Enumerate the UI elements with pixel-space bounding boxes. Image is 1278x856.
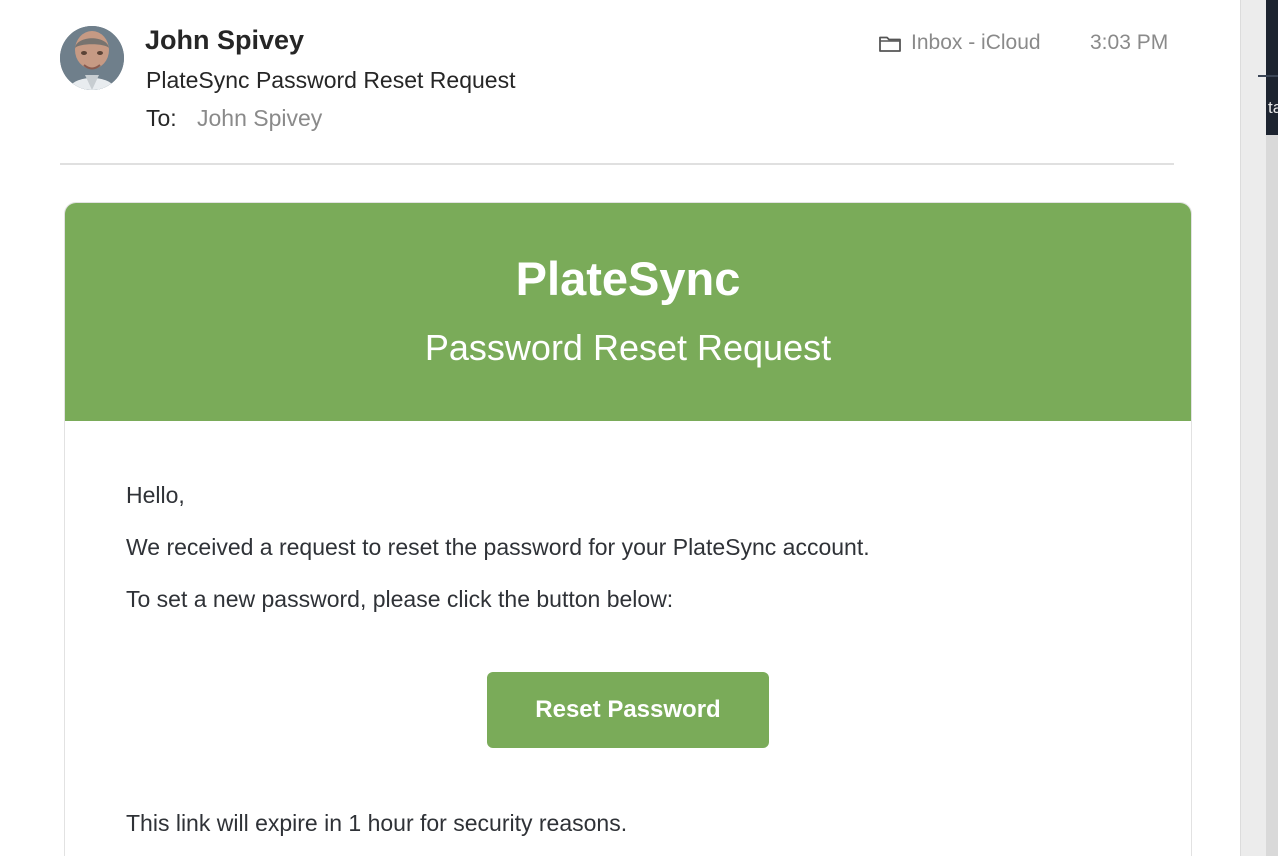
sender-name[interactable]: John Spivey bbox=[145, 24, 304, 56]
mailbox-location[interactable]: Inbox - iCloud bbox=[878, 29, 1041, 57]
background-window-text: ta bbox=[1268, 98, 1278, 117]
background-window-divider bbox=[1258, 75, 1278, 77]
folder-icon bbox=[879, 36, 901, 52]
mailbox-label: Inbox - iCloud bbox=[911, 31, 1041, 54]
received-time: 3:03 PM bbox=[1090, 31, 1169, 54]
recipient-name[interactable]: John Spivey bbox=[197, 104, 322, 132]
message-subject: PlateSync Password Reset Request bbox=[146, 67, 516, 93]
sender-avatar[interactable] bbox=[60, 26, 124, 90]
reset-password-button[interactable]: Reset Password bbox=[487, 672, 769, 748]
email-body-card: PlateSync Password Reset Request Hello, … bbox=[64, 202, 1192, 856]
scrollbar-track[interactable] bbox=[1266, 135, 1278, 856]
email-banner: PlateSync Password Reset Request bbox=[65, 203, 1191, 421]
greeting-text: Hello, bbox=[126, 482, 185, 508]
header-divider bbox=[60, 163, 1174, 165]
mail-message-pane: John Spivey PlateSync Password Reset Req… bbox=[0, 0, 1240, 856]
instruction-text: To set a new password, please click the … bbox=[126, 586, 674, 612]
request-message: We received a request to reset the passw… bbox=[126, 534, 870, 560]
brand-title: PlateSync bbox=[515, 252, 741, 305]
to-label: To: bbox=[146, 105, 177, 131]
expiration-note: This link will expire in 1 hour for secu… bbox=[126, 810, 628, 836]
banner-subtitle: Password Reset Request bbox=[424, 327, 832, 368]
